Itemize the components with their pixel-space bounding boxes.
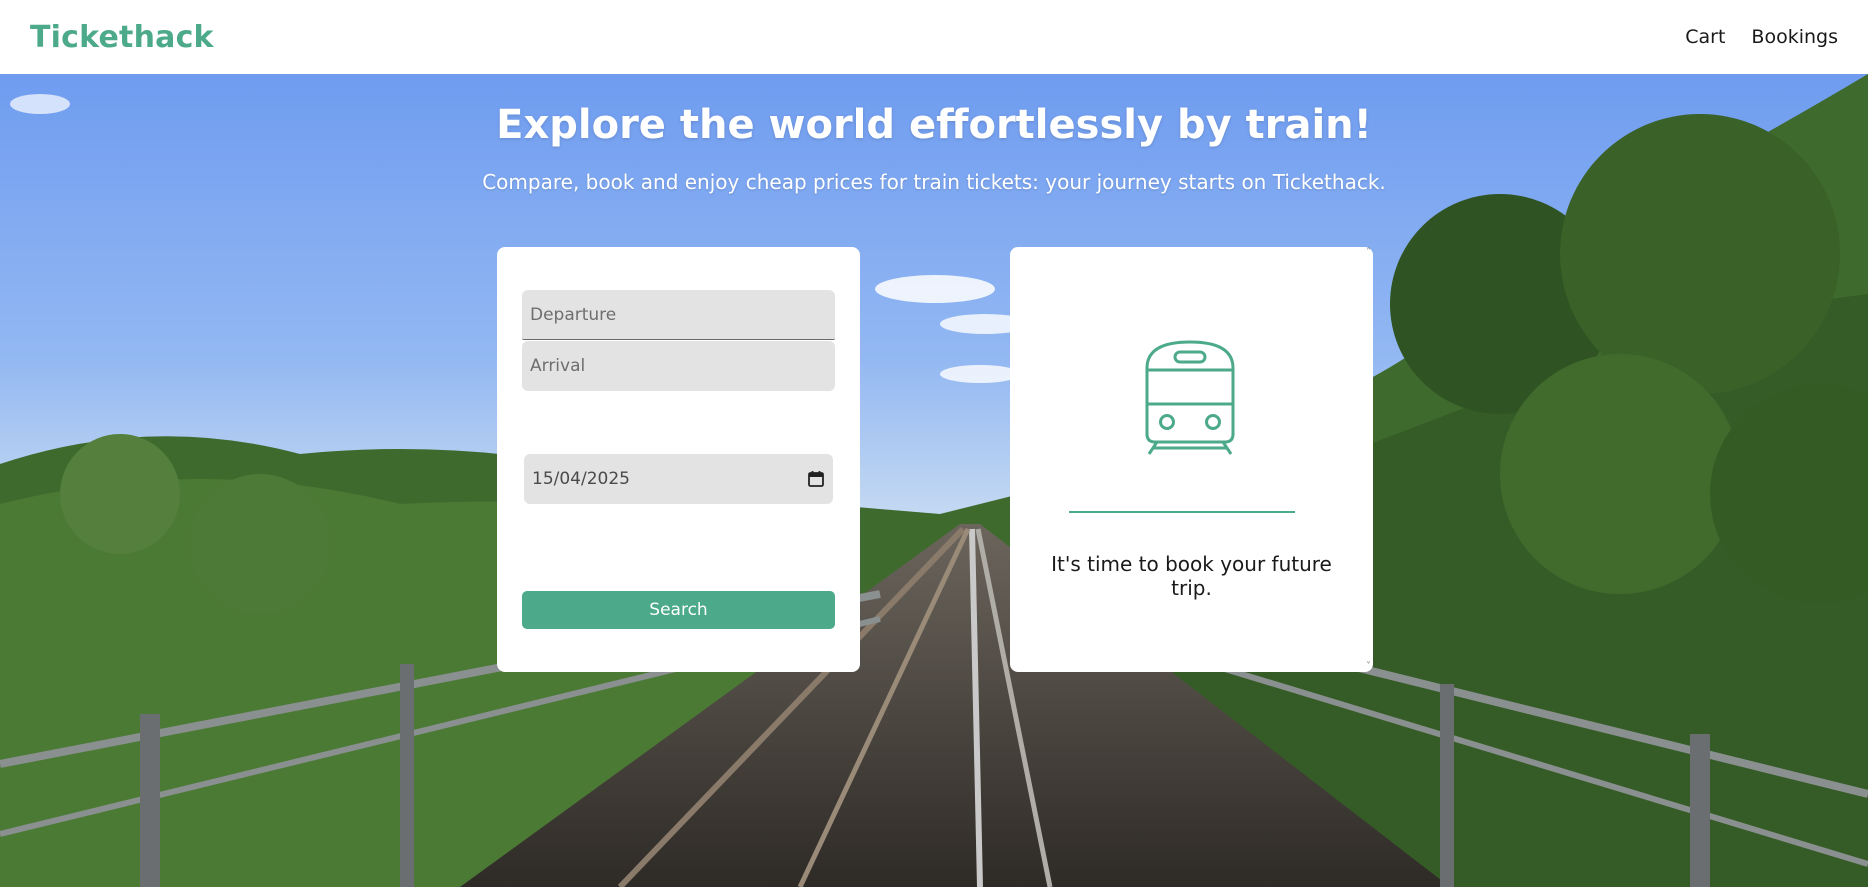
- info-card: ˄ It's time to book your future trip. ˅: [1010, 247, 1373, 672]
- date-value: 15/04/2025: [532, 469, 630, 489]
- search-button[interactable]: Search: [522, 591, 835, 629]
- info-message: It's time to book your future trip.: [1051, 552, 1332, 600]
- hero-section: Explore the world effortlessly by train!…: [0, 74, 1868, 887]
- brand-logo[interactable]: Tickethack: [30, 20, 214, 55]
- railway-bridge-background: [0, 74, 1868, 887]
- nav-cart-link[interactable]: Cart: [1685, 26, 1725, 48]
- date-input[interactable]: 15/04/2025: [524, 454, 833, 504]
- navbar: Tickethack Cart Bookings: [0, 0, 1868, 74]
- search-card: 15/04/2025 Search: [497, 247, 860, 672]
- scroll-up-icon[interactable]: ˄: [1366, 247, 1371, 258]
- calendar-icon[interactable]: [807, 470, 825, 488]
- departure-input[interactable]: [522, 290, 835, 340]
- arrival-input[interactable]: [522, 341, 835, 391]
- nav-bookings-link[interactable]: Bookings: [1751, 26, 1838, 48]
- scroll-down-icon[interactable]: ˅: [1366, 661, 1371, 672]
- divider: [1069, 511, 1295, 513]
- nav-links: Cart Bookings: [1685, 26, 1838, 48]
- hero-subtitle: Compare, book and enjoy cheap prices for…: [482, 170, 1386, 194]
- train-icon: [1145, 340, 1235, 455]
- hero-title: Explore the world effortlessly by train!: [496, 102, 1372, 148]
